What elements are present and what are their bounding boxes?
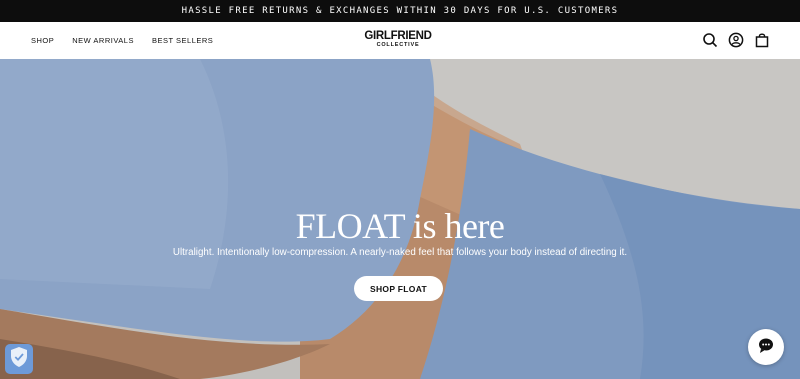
hero-subheadline: Ultralight. Intentionally low-compressio…	[172, 247, 628, 258]
hero-banner: FLOAT is here Ultralight. Intentionally …	[0, 59, 800, 379]
announcement-text: HASSLE FREE RETURNS & EXCHANGES WITHIN 3…	[181, 6, 619, 16]
site-header: SHOP NEW ARRIVALS BEST SELLERS GIRLFRIEN…	[0, 22, 800, 60]
shop-float-button[interactable]: SHOP FLOAT	[354, 276, 443, 301]
trust-badge-button[interactable]	[5, 344, 33, 374]
logo-line1: GIRLFRIEND	[364, 30, 432, 42]
logo-line2: COLLECTIVE	[376, 42, 420, 48]
search-icon[interactable]	[702, 32, 718, 48]
chat-button[interactable]	[748, 329, 784, 365]
nav-item-shop[interactable]: SHOP	[31, 36, 54, 45]
account-icon[interactable]	[728, 32, 744, 48]
shield-check-icon	[9, 346, 29, 373]
nav-item-new-arrivals[interactable]: NEW ARRIVALS	[72, 36, 134, 45]
hero-headline: FLOAT is here	[295, 206, 505, 246]
brand-logo[interactable]: GIRLFRIEND COLLECTIVE	[357, 30, 439, 49]
announcement-bar: HASSLE FREE RETURNS & EXCHANGES WITHIN 3…	[0, 0, 800, 22]
chat-icon	[757, 336, 775, 359]
header-icons	[702, 32, 770, 48]
cart-icon[interactable]	[754, 32, 770, 48]
main-nav: SHOP NEW ARRIVALS BEST SELLERS	[31, 22, 213, 59]
nav-item-best-sellers[interactable]: BEST SELLERS	[152, 36, 213, 45]
